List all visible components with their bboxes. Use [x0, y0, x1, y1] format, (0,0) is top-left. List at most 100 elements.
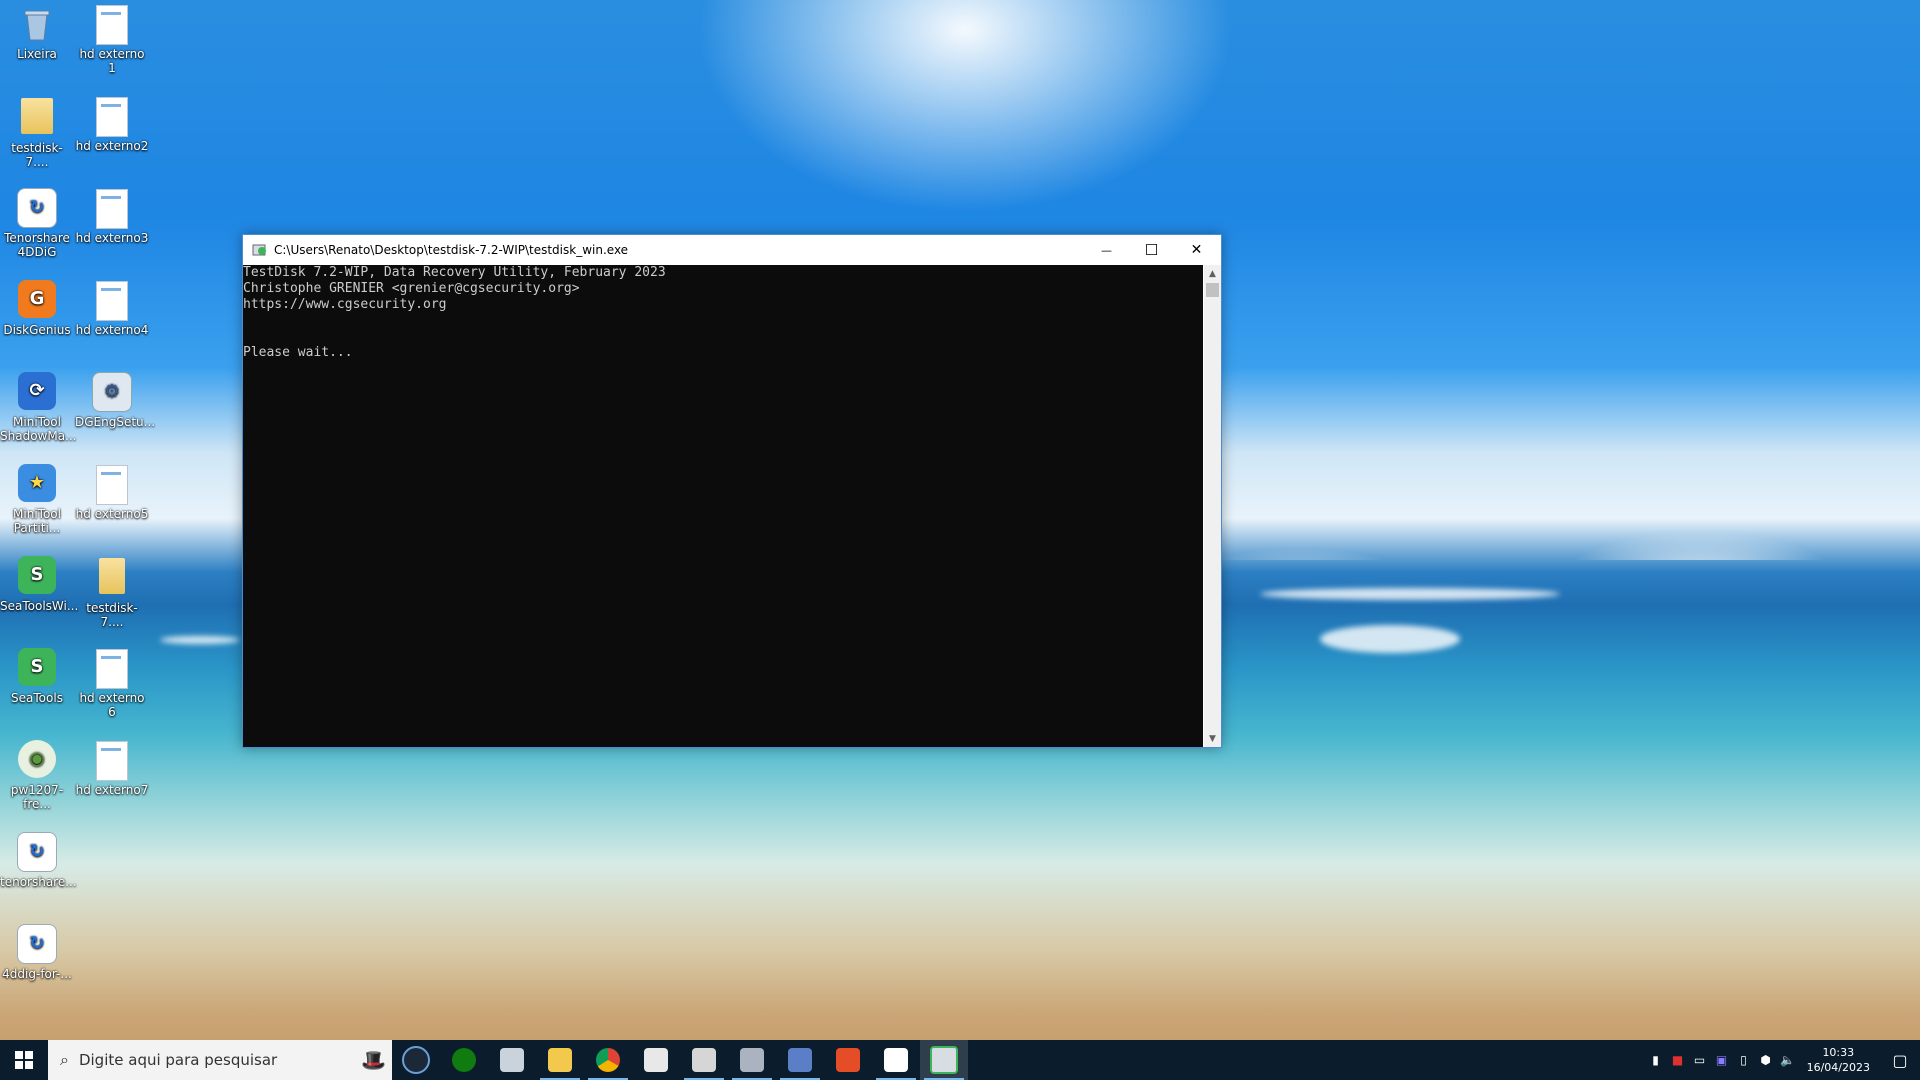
taskbar-app-tenorshare[interactable] [872, 1040, 920, 1080]
desktop-icon-testdisk-zip[interactable]: testdisk-7.... [75, 556, 149, 629]
testdisk-icon [930, 1046, 958, 1074]
desktop-icon-dgengsetup[interactable]: ⚙ DGEngSetu... [75, 372, 156, 429]
taskbar-app-chrome[interactable] [584, 1040, 632, 1080]
start-button[interactable] [0, 1040, 48, 1080]
desktop-icon-label: MiniTool Partiti... [13, 507, 61, 535]
file-explorer-icon [548, 1048, 572, 1072]
desktop-icon-lixeira[interactable]: Lixeira [0, 4, 74, 61]
taskbar-app-steam[interactable] [392, 1040, 440, 1080]
scroll-up-icon[interactable]: ▲ [1204, 265, 1221, 282]
close-button[interactable]: ✕ [1174, 235, 1219, 265]
antivirus-icon[interactable]: ■ [1667, 1053, 1689, 1067]
maximize-icon: ☐ [1144, 241, 1159, 259]
minimize-icon: — [1101, 243, 1112, 257]
desktop-icon-pw1207[interactable]: ◉ pw1207-fre... [0, 740, 74, 811]
desktop-icon-seatools[interactable]: S SeaTools [0, 648, 74, 705]
usb-icon[interactable]: ▯ [1733, 1053, 1755, 1067]
desktop-icon-label: hd externo 1 [79, 47, 145, 75]
windows-icon [15, 1051, 33, 1069]
document-icon [92, 4, 132, 45]
document-icon [92, 280, 132, 321]
desktop-icon-hd-externo-1[interactable]: hd externo 1 [75, 4, 149, 75]
taskbar-app-printer[interactable] [488, 1040, 536, 1080]
installer-icon: ◉ [17, 740, 57, 780]
desktop-icon-hd-externo5[interactable]: hd externo5 [75, 464, 149, 521]
desktop-icon-testdisk-folder[interactable]: testdisk-7.... [0, 96, 74, 169]
wallpaper-wave [160, 636, 240, 644]
tenorshare-icon: ↻ [17, 188, 57, 228]
notifications-button[interactable]: ▢ [1880, 1040, 1920, 1080]
volume-icon[interactable]: 🔈 [1777, 1053, 1799, 1067]
taskbar-app-video-editor[interactable] [632, 1040, 680, 1080]
scroll-down-icon[interactable]: ▼ [1204, 730, 1221, 747]
desktop-icon-label: DGEngSetu... [75, 415, 156, 429]
document-icon [92, 188, 132, 229]
desktop-icon-label: hd externo3 [75, 231, 149, 245]
search-highlight-icon: 🎩 [361, 1048, 386, 1072]
search-box[interactable]: ⌕ Digite aqui para pesquisar 🎩 [48, 1040, 392, 1080]
desktop-icon-hd-externo-6[interactable]: hd externo 6 [75, 648, 149, 719]
diskgenius-icon: G [17, 280, 57, 320]
recycle-bin-icon [17, 4, 57, 44]
window-titlebar[interactable]: C:\Users\Renato\Desktop\testdisk-7.2-WIP… [243, 235, 1221, 265]
html5-icon [836, 1048, 860, 1072]
clock[interactable]: 10:33 16/04/2023 [1807, 1045, 1870, 1075]
desktop-icon-label: hd externo7 [75, 783, 149, 797]
desktop-icon-label: DiskGenius [3, 323, 71, 337]
tenorshare-icon: ↻ [17, 832, 57, 872]
desktop-icon-label: pw1207-fre... [10, 783, 64, 811]
zip-folder-icon [92, 558, 132, 598]
minitool-shadowmaker-icon: ⟳ [17, 372, 57, 412]
taskbar-app-testdisk[interactable] [920, 1040, 968, 1080]
document-icon [92, 464, 132, 505]
console-line: TestDisk 7.2-WIP, Data Recovery Utility,… [243, 265, 666, 280]
desktop-icon-4ddig[interactable]: ↻ 4ddig-for-... [0, 924, 74, 981]
desktop-icon-hd-externo2[interactable]: hd externo2 [75, 96, 149, 153]
taskbar-app-file-explorer[interactable] [536, 1040, 584, 1080]
console-line: Christophe GRENIER <grenier@cgsecurity.o… [243, 281, 580, 296]
console-scrollbar[interactable]: ▲ ▼ [1204, 265, 1221, 747]
desktop-icon-hd-externo3[interactable]: hd externo3 [75, 188, 149, 245]
desktop-icon-label: Tenorshare 4DDiG [4, 231, 70, 259]
desktop-icon-minitool-shadowmaker[interactable]: ⟳ MiniTool ShadowMa... [0, 372, 77, 443]
console-window[interactable]: C:\Users\Renato\Desktop\testdisk-7.2-WIP… [242, 234, 1222, 748]
close-icon: ✕ [1190, 242, 1203, 258]
display-icon[interactable]: ▭ [1689, 1053, 1711, 1067]
taskbar-app-archive[interactable] [680, 1040, 728, 1080]
minitool-partition-icon: ★ [17, 464, 57, 504]
video-editor-icon [644, 1048, 668, 1072]
taskbar-app-installer[interactable] [728, 1040, 776, 1080]
printer-icon [500, 1048, 524, 1072]
desktop-icon-label: hd externo5 [75, 507, 149, 521]
performance-icon[interactable]: ▮ [1645, 1053, 1667, 1067]
desktop-icon-label: hd externo4 [75, 323, 149, 337]
maximize-button[interactable]: ☐ [1129, 235, 1174, 265]
taskbar-app-network[interactable] [776, 1040, 824, 1080]
desktop-icon-label: hd externo2 [75, 139, 149, 153]
document-icon [92, 740, 132, 781]
wallpaper-wave [1260, 588, 1560, 600]
desktop-icon-diskgenius[interactable]: G DiskGenius [0, 280, 74, 337]
taskbar-app-html5[interactable] [824, 1040, 872, 1080]
desktop-icon-label: SeaTools [11, 691, 63, 705]
desktop-icon-hd-externo7[interactable]: hd externo7 [75, 740, 149, 797]
folder-icon [17, 98, 57, 138]
search-placeholder: Digite aqui para pesquisar [78, 1051, 278, 1069]
desktop-icon-label: 4ddig-for-... [2, 967, 72, 981]
document-icon [92, 648, 132, 689]
testdisk-icon [252, 242, 268, 258]
monitor-icon[interactable]: ▣ [1711, 1053, 1733, 1067]
desktop-icon-tenorshare-4ddig[interactable]: ↻ Tenorshare 4DDiG [0, 188, 74, 259]
desktop-icon-hd-externo4[interactable]: hd externo4 [75, 280, 149, 337]
minimize-button[interactable]: — [1084, 235, 1129, 265]
network-icon[interactable]: ⬢ [1755, 1053, 1777, 1067]
desktop-icon-seatoolswin[interactable]: S SeaToolsWi... [0, 556, 79, 613]
console-output[interactable]: TestDisk 7.2-WIP, Data Recovery Utility,… [243, 265, 1203, 747]
window-title: C:\Users\Renato\Desktop\testdisk-7.2-WIP… [274, 243, 629, 257]
desktop-icon-tenorshare[interactable]: ↻ tenorshare... [0, 832, 77, 889]
desktop-icon-minitool-partition[interactable]: ★ MiniTool Partiti... [0, 464, 74, 535]
scroll-thumb[interactable] [1206, 283, 1219, 297]
desktop-icon-label: SeaToolsWi... [0, 599, 79, 613]
taskbar-app-xbox[interactable] [440, 1040, 488, 1080]
